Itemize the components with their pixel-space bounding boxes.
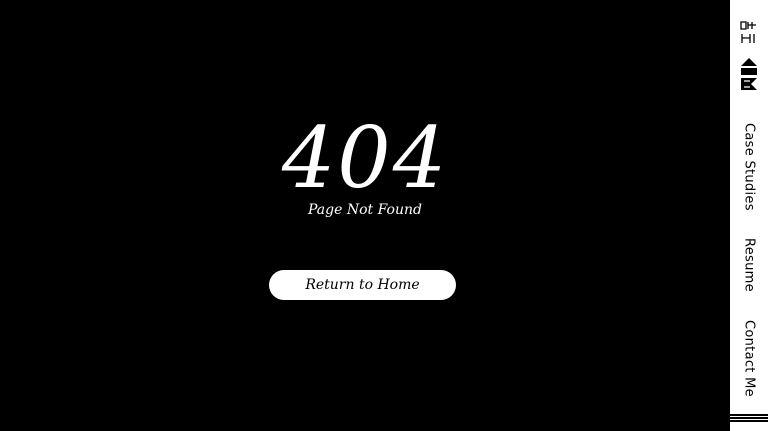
- sidebar-nav: Case Studies Resume Contact Me: [730, 0, 768, 431]
- main-content: 404 Page Not Found Return to Home: [0, 0, 730, 431]
- nav-resume[interactable]: Resume: [730, 234, 768, 296]
- page: 404 Page Not Found Return to Home Case S…: [0, 0, 768, 431]
- nav-case-studies[interactable]: Case Studies: [730, 118, 768, 216]
- error-code: 404: [281, 109, 449, 207]
- logo[interactable]: [740, 20, 758, 94]
- nav-resume-label: Resume: [741, 238, 757, 292]
- nav-contact-me[interactable]: Contact Me: [730, 314, 768, 402]
- return-home-button[interactable]: Return to Home: [269, 270, 456, 300]
- error-message: Page Not Found: [308, 202, 422, 218]
- nav-contact-me-label: Contact Me: [741, 319, 757, 397]
- nav-case-studies-label: Case Studies: [741, 123, 757, 211]
- sidebar-divider-lines: [730, 414, 768, 426]
